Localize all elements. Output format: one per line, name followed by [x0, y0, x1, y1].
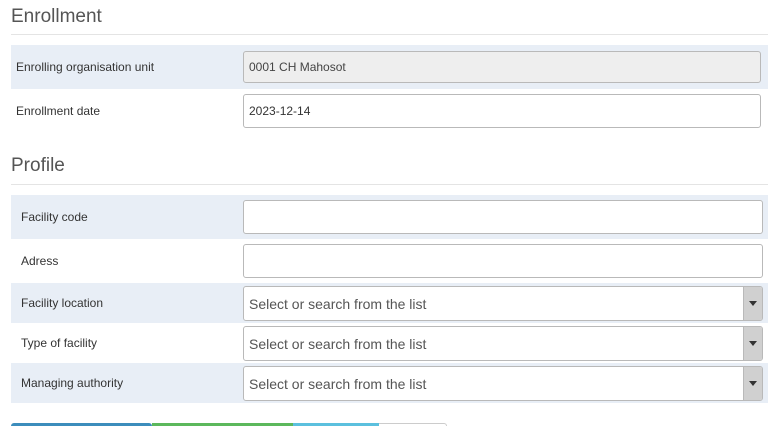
- facility-location-select[interactable]: Select or search from the list: [243, 286, 763, 321]
- chevron-down-icon[interactable]: [743, 287, 762, 320]
- managing-authority-row: Managing authority Select or search from…: [11, 363, 768, 403]
- facility-location-row: Facility location Select or search from …: [11, 283, 768, 323]
- facility-code-input[interactable]: [243, 200, 763, 234]
- managing-authority-placeholder: Select or search from the list: [249, 376, 427, 392]
- chevron-down-icon[interactable]: [743, 327, 762, 360]
- facility-location-placeholder: Select or search from the list: [249, 296, 427, 312]
- facility-type-label: Type of facility: [21, 336, 98, 350]
- address-input[interactable]: [243, 244, 763, 278]
- address-label: Adress: [21, 254, 59, 268]
- facility-type-select[interactable]: Select or search from the list: [243, 326, 763, 361]
- org-unit-label: Enrolling organisation unit: [16, 60, 155, 74]
- facility-code-label: Facility code: [21, 210, 88, 224]
- enrollment-date-input[interactable]: [243, 94, 761, 128]
- chevron-down-icon[interactable]: [743, 367, 762, 400]
- facility-code-row: Facility code: [11, 195, 768, 239]
- enrollment-date-label: Enrollment date: [16, 104, 101, 118]
- org-unit-row: Enrolling organisation unit: [11, 45, 768, 89]
- facility-type-row: Type of facility Select or search from t…: [11, 323, 768, 363]
- address-row: Adress: [11, 239, 768, 283]
- profile-section-title: Profile: [11, 155, 65, 176]
- managing-authority-select[interactable]: Select or search from the list: [243, 366, 763, 401]
- facility-location-label: Facility location: [21, 296, 104, 310]
- org-unit-field[interactable]: [243, 51, 761, 83]
- enrollment-date-row: Enrollment date: [11, 89, 768, 133]
- enrollment-divider: [11, 34, 768, 35]
- facility-type-placeholder: Select or search from the list: [249, 336, 427, 352]
- enrollment-section-title: Enrollment: [11, 6, 102, 27]
- managing-authority-label: Managing authority: [21, 376, 124, 390]
- profile-divider: [11, 184, 768, 185]
